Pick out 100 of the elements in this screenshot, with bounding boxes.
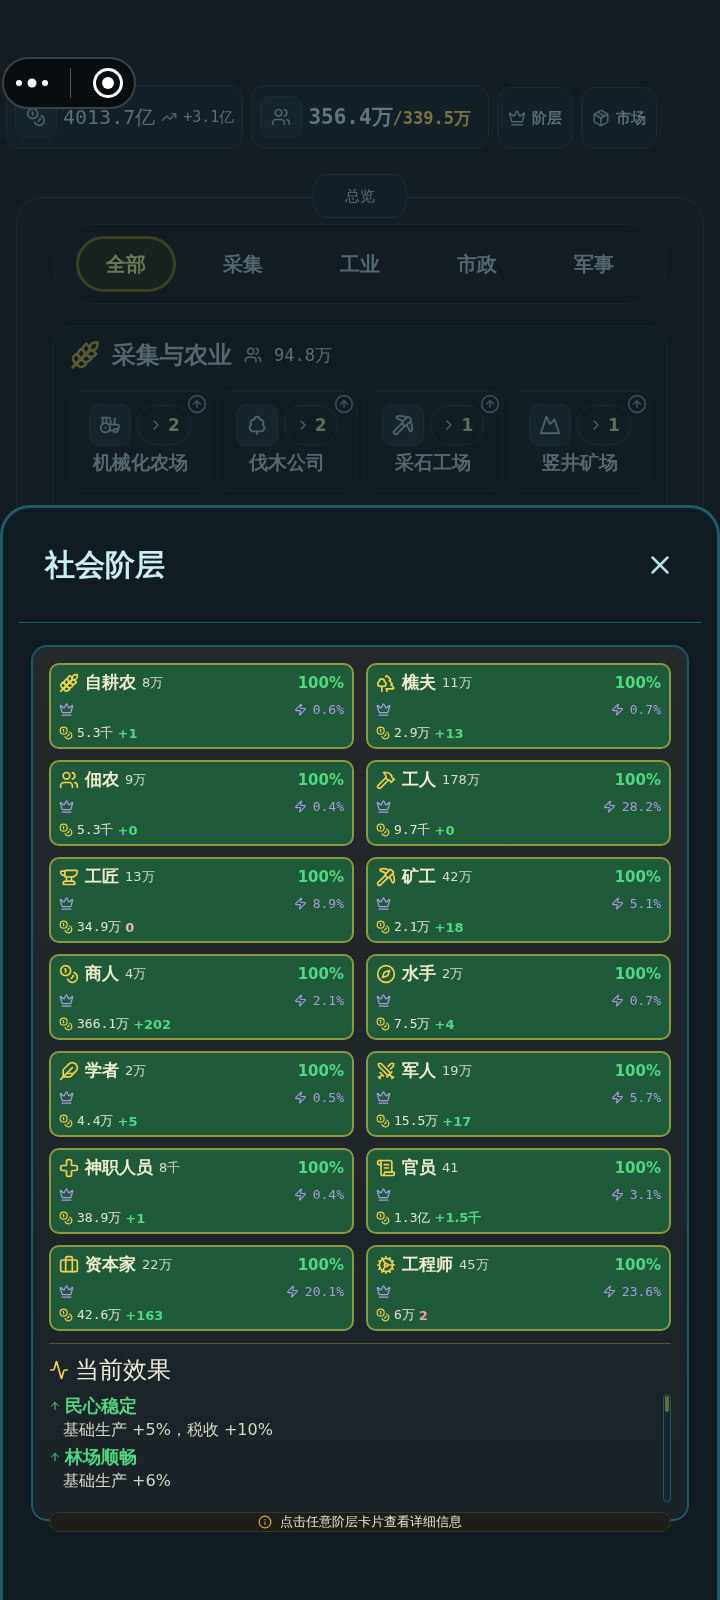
wealth-change: +202 — [133, 1016, 172, 1032]
building-icon — [99, 414, 122, 436]
stratum-card[interactable]: 自耕农 8万 100% 0.6% 5.3千 +1 — [49, 663, 354, 749]
approval-value: 100% — [614, 770, 661, 789]
influence-value: 28.2% — [621, 798, 661, 814]
record-icon[interactable] — [91, 67, 124, 99]
coins-icon — [59, 823, 73, 837]
upgrade-icon[interactable] — [187, 394, 207, 414]
influence-value: 5.7% — [629, 1089, 661, 1105]
upgrade-icon[interactable] — [480, 394, 501, 414]
stratum-icon — [59, 769, 79, 790]
stratum-icon — [59, 1254, 79, 1275]
stratum-card[interactable]: 军人 19万 100% 5.7% 15.5万 +17 — [366, 1051, 671, 1137]
stratum-card[interactable]: 工匠 13万 100% 8.9% 34.9万 0 — [49, 857, 354, 943]
influence-value: 2.1% — [312, 992, 344, 1008]
stratum-card[interactable]: 佃农 9万 100% 0.4% 5.3千 +0 — [49, 760, 354, 846]
coins-icon — [376, 1211, 390, 1225]
crown-icon — [59, 1186, 74, 1202]
building-name: 机械化农场 — [92, 450, 188, 475]
effect-name: 林场顺畅 — [65, 1445, 137, 1469]
stratum-icon — [376, 1060, 396, 1081]
influence-value: 0.4% — [312, 1186, 344, 1202]
count-badge: 2 — [283, 405, 338, 445]
stratum-name: 商人 — [85, 962, 119, 985]
effect-detail: 基础生产 +6% — [63, 1471, 172, 1492]
wealth-value: 4.4万 — [77, 1112, 114, 1130]
bolt-icon — [610, 896, 624, 910]
stratum-card[interactable]: 资本家 22万 100% 20.1% 42.6万 +163 — [49, 1245, 354, 1331]
population-cap: /339.5万 — [392, 108, 471, 128]
crown-icon — [376, 1283, 391, 1299]
stratum-population: 4万 — [125, 964, 147, 983]
stratum-icon — [376, 1157, 396, 1178]
crown-icon — [376, 798, 391, 814]
wheat-icon — [70, 340, 100, 370]
stratum-card[interactable]: 官员 41 100% 3.1% 1.3亿 +1.5千 — [366, 1148, 671, 1234]
coins-icon — [376, 823, 390, 837]
stratum-name: 佃农 — [85, 768, 119, 791]
effect-detail: 基础生产 +5%，税收 +10% — [63, 1420, 274, 1441]
bolt-icon — [293, 702, 307, 716]
approval-value: 100% — [614, 1158, 661, 1177]
building-icon — [539, 414, 562, 436]
stratum-population: 13万 — [125, 867, 155, 886]
count-badge: 1 — [430, 405, 485, 445]
coins-icon — [376, 1308, 390, 1322]
coins-icon — [59, 1017, 73, 1031]
stratum-name: 水手 — [402, 962, 436, 985]
wealth-value: 7.5万 — [394, 1015, 431, 1033]
category-tab[interactable]: 全部 — [76, 236, 177, 292]
wealth-change: +4 — [434, 1016, 455, 1032]
influence-value: 5.1% — [629, 895, 661, 911]
coins-icon — [59, 920, 73, 934]
crown-icon — [376, 701, 391, 717]
building-name: 竖井矿场 — [541, 450, 618, 475]
stratum-icon — [59, 1060, 79, 1081]
building-name: 伐木公司 — [248, 450, 325, 475]
stratum-population: 9万 — [125, 770, 147, 789]
stratum-icon — [376, 672, 396, 693]
approval-value: 100% — [297, 673, 344, 692]
bolt-icon — [610, 993, 624, 1007]
stratum-icon — [59, 1157, 79, 1178]
bolt-icon — [293, 993, 307, 1007]
stratum-card[interactable]: 水手 2万 100% 0.7% 7.5万 +4 — [366, 954, 671, 1040]
wealth-value: 5.3千 — [77, 821, 114, 839]
stratum-population: 45万 — [459, 1255, 489, 1274]
wealth-change: +1 — [125, 1210, 146, 1226]
stratum-icon — [376, 963, 396, 984]
stratum-card[interactable]: 商人 4万 100% 2.1% 366.1万 +202 — [49, 954, 354, 1040]
approval-value: 100% — [614, 867, 661, 886]
stratum-card[interactable]: 樵夫 11万 100% 0.7% 2.9万 +13 — [366, 663, 671, 749]
stratum-card[interactable]: 矿工 42万 100% 5.1% 2.1万 +18 — [366, 857, 671, 943]
bolt-icon — [285, 1284, 299, 1298]
wealth-change: 0 — [125, 919, 135, 935]
approval-value: 100% — [614, 673, 661, 692]
crown-icon — [59, 895, 74, 911]
crown-icon — [59, 992, 74, 1008]
activity-icon — [49, 1360, 69, 1380]
stratum-name: 工人 — [402, 768, 436, 791]
approval-value: 100% — [297, 1061, 344, 1080]
stratum-name: 学者 — [85, 1059, 119, 1082]
more-icon[interactable] — [14, 78, 49, 88]
stratum-population: 2万 — [442, 964, 464, 983]
arrow-up-icon — [49, 1451, 61, 1463]
stratum-population: 41 — [442, 1160, 459, 1175]
wealth-change: +18 — [434, 919, 464, 935]
wealth-value: 42.6万 — [77, 1306, 122, 1324]
bolt-icon — [293, 1187, 307, 1201]
stratum-population: 178万 — [442, 770, 480, 789]
upgrade-icon[interactable] — [626, 394, 647, 414]
bolt-icon — [610, 702, 624, 716]
stratum-card[interactable]: 工程师 45万 100% 23.6% 6万 2 — [366, 1245, 671, 1331]
stratum-card[interactable]: 学者 2万 100% 0.5% 4.4万 +5 — [49, 1051, 354, 1137]
scrollbar[interactable] — [663, 1394, 671, 1502]
stratum-card[interactable]: 神职人员 8千 100% 0.4% 38.9万 +1 — [49, 1148, 354, 1234]
influence-value: 0.7% — [629, 701, 661, 717]
upgrade-icon[interactable] — [333, 394, 354, 414]
wealth-change: 2 — [418, 1307, 428, 1323]
sheet-title: 社会阶层 — [45, 545, 165, 584]
wealth-change: +1.5千 — [434, 1209, 482, 1227]
stratum-card[interactable]: 工人 178万 100% 28.2% 9.7千 +0 — [366, 760, 671, 846]
wealth-value: 38.9万 — [77, 1209, 122, 1227]
